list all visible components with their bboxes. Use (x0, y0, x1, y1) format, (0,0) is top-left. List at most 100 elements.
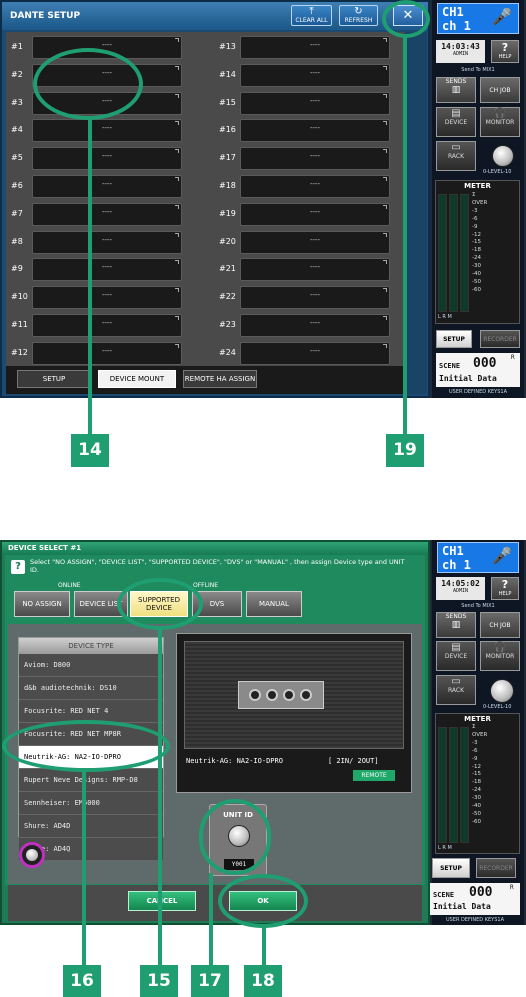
refresh-button[interactable]: ↻ REFRESH (339, 5, 378, 26)
device-mount-slot[interactable]: ---- (240, 202, 390, 226)
popup-corner-icon (175, 38, 179, 42)
slot-value: ---- (309, 180, 321, 188)
tab-manual[interactable]: MANUAL (246, 591, 302, 617)
popup-corner-icon (383, 204, 387, 209)
device-icon: ▤ (451, 642, 461, 653)
tab-device-mount[interactable]: DEVICE MOUNT (98, 370, 176, 388)
popup-corner-icon (175, 177, 179, 181)
device-mount-slot[interactable]: ---- (240, 175, 390, 198)
slot-value: ---- (309, 96, 321, 105)
sends-button[interactable]: SENDS ▥ (436, 612, 476, 638)
slot-value: ---- (101, 235, 113, 244)
device-list-item[interactable]: Shure: AD4D (19, 815, 163, 838)
popup-corner-icon (383, 38, 387, 42)
level-knob[interactable] (492, 145, 514, 167)
connector-icon (266, 689, 278, 701)
slot-label: #9 (11, 264, 23, 274)
cancel-button[interactable]: CANCEL (128, 891, 196, 911)
setup-button[interactable]: SETUP (432, 858, 470, 878)
clock: 14:03:43 ADMIN (436, 40, 485, 63)
device-mount-slot[interactable]: ---- (240, 63, 390, 87)
device-mount-slot[interactable]: ---- (32, 175, 182, 198)
slot-label: #4 (11, 125, 23, 135)
meter-scale-tick: -18 (472, 247, 481, 254)
scene-display[interactable]: SCENE 000 R Initial Data (430, 883, 520, 915)
selected-channel[interactable]: CH1 ch 1 🎤 (437, 542, 519, 573)
setup-button[interactable]: SETUP (436, 330, 472, 348)
device-list-item[interactable]: Sennheiser: EM6000 (19, 792, 163, 815)
popup-corner-icon (383, 316, 387, 320)
ch-job-button[interactable]: CH JOB (480, 612, 520, 638)
device-mount-slot[interactable]: ---- (32, 314, 182, 337)
callout-18: 18 (244, 965, 282, 997)
connector-icon (249, 689, 261, 701)
slot-label: #1 (11, 42, 23, 51)
device-mount-slot[interactable]: ---- (240, 314, 390, 337)
slot-label: #20 (219, 236, 236, 246)
help-button[interactable]: ? HELP (491, 40, 519, 63)
popup-corner-icon (175, 343, 179, 348)
device-mount-slot[interactable]: ---- (240, 119, 390, 143)
channel-number: CH1 (442, 544, 464, 558)
tab-setup[interactable]: SETUP (17, 370, 91, 388)
device-list-item[interactable]: Aviom: D800 (19, 654, 163, 677)
popup-corner-icon (383, 177, 387, 181)
monitor-button[interactable]: 🎧 MONITOR (480, 107, 520, 137)
selected-channel[interactable]: CH1 ch 1 🎤 (437, 3, 519, 34)
tab-no-assign[interactable]: NO ASSIGN (14, 591, 70, 617)
device-mount-slot[interactable]: ---- (240, 230, 390, 254)
device-button[interactable]: ▤ DEVICE (436, 107, 476, 137)
popup-corner-icon (175, 149, 179, 154)
slot-value: ---- (309, 319, 321, 327)
meter-scale-tick: -60 (472, 818, 481, 825)
device-mount-slot[interactable]: ---- (240, 36, 390, 59)
recorder-button[interactable]: RECORDER (480, 330, 520, 348)
rack-button[interactable]: ▭ RACK (436, 141, 476, 171)
leader-line-19 (403, 36, 407, 436)
device-mount-slot[interactable]: ---- (32, 286, 182, 310)
monitor-label: MONITOR (485, 653, 515, 660)
popup-corner-icon (383, 260, 387, 265)
level-knob[interactable] (490, 679, 514, 703)
scene-display[interactable]: SCENE 000 R Initial Data (436, 353, 520, 387)
popup-corner-icon (383, 343, 387, 348)
rack-icon: ▭ (451, 676, 461, 687)
help-icon: ? (501, 41, 509, 54)
instruction-text: Select "NO ASSIGN", "DEVICE LIST", "SUPP… (30, 558, 405, 574)
clock-time: 14:05:02 (441, 579, 480, 588)
slot-value: ---- (309, 41, 321, 49)
device-mount-slot[interactable]: ---- (32, 258, 182, 282)
scene-name: Initial Data (433, 902, 491, 911)
device-mount-slot[interactable]: ---- (32, 202, 182, 226)
device-mount-slot[interactable]: ---- (32, 230, 182, 254)
leader-line-15 (158, 628, 162, 968)
device-mount-slot[interactable]: ---- (240, 341, 390, 365)
device-mount-slot[interactable]: ---- (240, 258, 390, 282)
device-unit-icon (238, 681, 324, 709)
list-scroll-knob[interactable] (19, 842, 45, 868)
device-mount-slot[interactable]: ---- (32, 341, 182, 365)
device-mount-slot[interactable]: ---- (32, 119, 182, 143)
meter-scale-tick: -18 (472, 779, 481, 786)
device-mount-slot[interactable]: ---- (240, 286, 390, 310)
device-mount-slot[interactable]: ---- (240, 147, 390, 171)
level-label: 0-LEVEL-10 (483, 169, 512, 175)
help-button[interactable]: ? HELP (491, 577, 519, 600)
channel-name: ch 1 (442, 19, 471, 33)
device-mount-slot[interactable]: ---- (32, 147, 182, 171)
popup-corner-icon (175, 204, 179, 209)
rack-button[interactable]: ▭ RACK (436, 675, 476, 705)
slot-label: #11 (11, 320, 28, 329)
tab-remote-ha-assign[interactable]: REMOTE HA ASSIGN (183, 370, 257, 388)
sends-button[interactable]: SENDS ▥ (436, 77, 476, 103)
device-list-item[interactable]: Rupert Neve Designs: RMP-D8 (19, 769, 163, 792)
slot-value: ---- (309, 152, 321, 161)
slot-label: #16 (219, 125, 236, 135)
device-list-item[interactable]: d&b audiotechnik: DS10 (19, 677, 163, 700)
device-mount-slot[interactable]: ---- (240, 91, 390, 115)
recorder-button[interactable]: RECORDER (476, 858, 516, 878)
monitor-button[interactable]: 🎧 MONITOR (480, 641, 520, 671)
clear-all-button[interactable]: ⤒ CLEAR ALL (291, 5, 332, 26)
ch-job-button[interactable]: CH JOB (480, 77, 520, 103)
device-button[interactable]: ▤ DEVICE (436, 641, 476, 671)
